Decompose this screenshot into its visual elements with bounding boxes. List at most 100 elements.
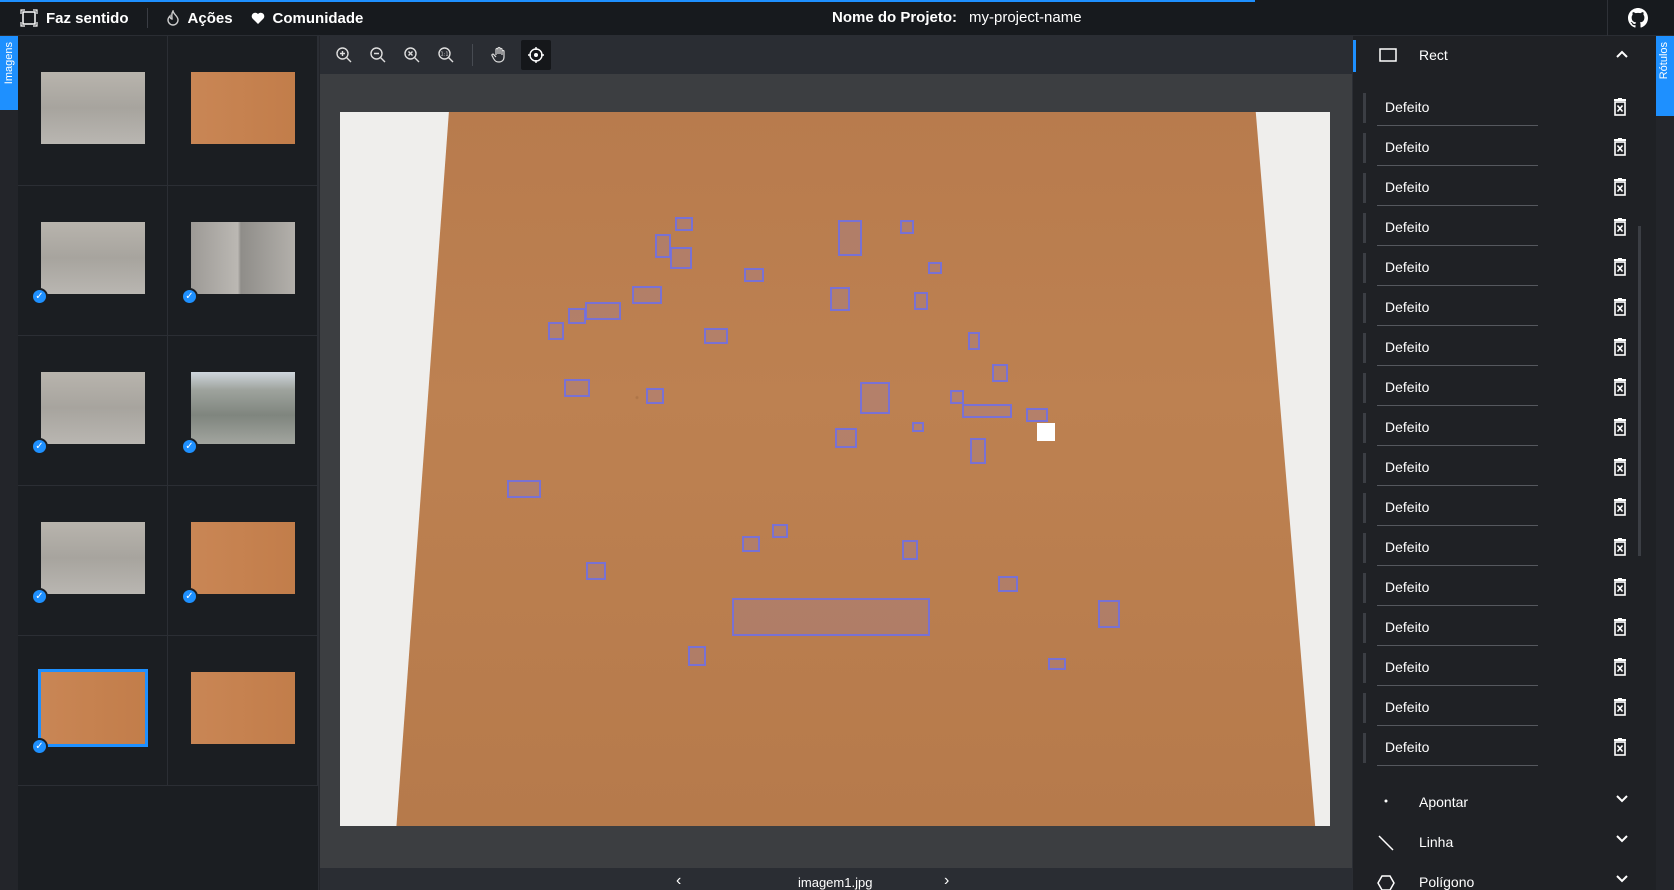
label-row[interactable]: Defeito — [1363, 728, 1633, 768]
defect-bounding-box[interactable] — [968, 332, 980, 350]
image-thumbnail[interactable] — [191, 372, 295, 444]
label-name[interactable]: Defeito — [1385, 259, 1429, 275]
label-name[interactable]: Defeito — [1385, 379, 1429, 395]
prev-image-button[interactable]: ‹ — [676, 872, 681, 890]
defect-bounding-box[interactable] — [950, 390, 964, 404]
defect-bounding-box[interactable] — [670, 247, 692, 269]
label-name[interactable]: Defeito — [1385, 739, 1429, 755]
defect-bounding-box[interactable] — [632, 286, 662, 304]
trash-icon[interactable] — [1613, 738, 1627, 756]
project-name[interactable]: my-project-name — [969, 9, 1082, 26]
zoom-out-button[interactable] — [366, 43, 390, 67]
section-poligono[interactable]: Polígono — [1353, 862, 1657, 890]
label-row[interactable]: Defeito — [1363, 688, 1633, 728]
defect-bounding-box[interactable] — [732, 598, 930, 636]
defect-bounding-box[interactable] — [1048, 658, 1066, 670]
trash-icon[interactable] — [1613, 578, 1627, 596]
defect-bounding-box[interactable] — [688, 646, 706, 666]
zoom-fit-button[interactable] — [400, 43, 424, 67]
label-row[interactable]: Defeito — [1363, 328, 1633, 368]
trash-icon[interactable] — [1613, 298, 1627, 316]
defect-bounding-box[interactable] — [912, 422, 924, 432]
defect-bounding-box[interactable] — [1026, 408, 1048, 422]
defect-bounding-box[interactable] — [830, 287, 850, 311]
defect-bounding-box[interactable] — [772, 524, 788, 538]
label-name[interactable]: Defeito — [1385, 579, 1429, 595]
label-name[interactable]: Defeito — [1385, 339, 1429, 355]
label-name[interactable]: Defeito — [1385, 299, 1429, 315]
defect-bounding-box[interactable] — [914, 292, 928, 310]
nav-comunidade[interactable]: Comunidade — [251, 10, 382, 27]
image-thumbnail[interactable] — [41, 372, 145, 444]
defect-bounding-box[interactable] — [992, 364, 1008, 382]
defect-bounding-box[interactable] — [568, 308, 586, 324]
trash-icon[interactable] — [1613, 218, 1627, 236]
label-row[interactable]: Defeito — [1363, 608, 1633, 648]
trash-icon[interactable] — [1613, 338, 1627, 356]
image-thumbnail-cell[interactable] — [168, 36, 318, 186]
image-thumbnail-cell[interactable] — [18, 36, 168, 186]
trash-icon[interactable] — [1613, 138, 1627, 156]
image-thumbnail-cell[interactable]: ✓ — [168, 486, 318, 636]
resize-handle[interactable] — [1037, 423, 1055, 441]
label-row[interactable]: Defeito — [1363, 128, 1633, 168]
section-linha[interactable]: Linha — [1353, 822, 1657, 862]
label-row[interactable]: Defeito — [1363, 408, 1633, 448]
label-name[interactable]: Defeito — [1385, 459, 1429, 475]
defect-bounding-box[interactable] — [900, 220, 914, 234]
image-thumbnail[interactable] — [191, 72, 295, 144]
rect-tool-header[interactable]: Rect — [1353, 36, 1657, 74]
label-row[interactable]: Defeito — [1363, 168, 1633, 208]
defect-bounding-box[interactable] — [902, 540, 918, 560]
image-thumbnail[interactable] — [41, 72, 145, 144]
label-row[interactable]: Defeito — [1363, 248, 1633, 288]
select-button[interactable] — [521, 40, 551, 70]
zoom-in-button[interactable] — [332, 43, 356, 67]
trash-icon[interactable] — [1613, 378, 1627, 396]
pan-button[interactable] — [487, 43, 511, 67]
image-thumbnail-cell[interactable]: ✓ — [18, 336, 168, 486]
defect-bounding-box[interactable] — [860, 382, 890, 414]
defect-bounding-box[interactable] — [704, 328, 728, 344]
defect-bounding-box[interactable] — [564, 379, 590, 397]
image-thumbnail-cell[interactable]: ✓ — [18, 186, 168, 336]
label-row[interactable]: Defeito — [1363, 288, 1633, 328]
defect-bounding-box[interactable] — [586, 562, 606, 580]
trash-icon[interactable] — [1613, 258, 1627, 276]
label-name[interactable]: Defeito — [1385, 659, 1429, 675]
image-thumbnail-cell[interactable] — [168, 636, 318, 786]
defect-bounding-box[interactable] — [646, 388, 664, 404]
github-button[interactable] — [1628, 8, 1648, 33]
defect-bounding-box[interactable] — [742, 536, 760, 552]
label-name[interactable]: Defeito — [1385, 539, 1429, 555]
defect-bounding-box[interactable] — [548, 322, 564, 340]
defect-bounding-box[interactable] — [928, 262, 942, 274]
label-row[interactable]: Defeito — [1363, 368, 1633, 408]
defect-bounding-box[interactable] — [962, 404, 1012, 418]
canvas-area[interactable] — [320, 74, 1352, 868]
trash-icon[interactable] — [1613, 458, 1627, 476]
image-thumbnail[interactable] — [41, 222, 145, 294]
trash-icon[interactable] — [1613, 418, 1627, 436]
defect-bounding-box[interactable] — [744, 268, 764, 282]
defect-bounding-box[interactable] — [585, 302, 621, 320]
defect-bounding-box[interactable] — [675, 217, 693, 231]
label-name[interactable]: Defeito — [1385, 179, 1429, 195]
trash-icon[interactable] — [1613, 178, 1627, 196]
image-thumbnail[interactable] — [41, 522, 145, 594]
label-name[interactable]: Defeito — [1385, 699, 1429, 715]
label-row[interactable]: Defeito — [1363, 568, 1633, 608]
trash-icon[interactable] — [1613, 618, 1627, 636]
label-row[interactable]: Defeito — [1363, 88, 1633, 128]
nav-faz-sentido[interactable]: Faz sentido — [20, 9, 147, 27]
chevron-up-icon[interactable] — [1615, 49, 1629, 59]
image-thumbnail-cell[interactable]: ✓ — [168, 186, 318, 336]
next-image-button[interactable]: › — [944, 872, 949, 890]
image-thumbnail[interactable] — [191, 522, 295, 594]
label-row[interactable]: Defeito — [1363, 208, 1633, 248]
image-thumbnail-cell[interactable]: ✓ — [168, 336, 318, 486]
trash-icon[interactable] — [1613, 698, 1627, 716]
trash-icon[interactable] — [1613, 498, 1627, 516]
image-thumbnail-cell[interactable]: ✓ — [18, 636, 168, 786]
label-name[interactable]: Defeito — [1385, 419, 1429, 435]
